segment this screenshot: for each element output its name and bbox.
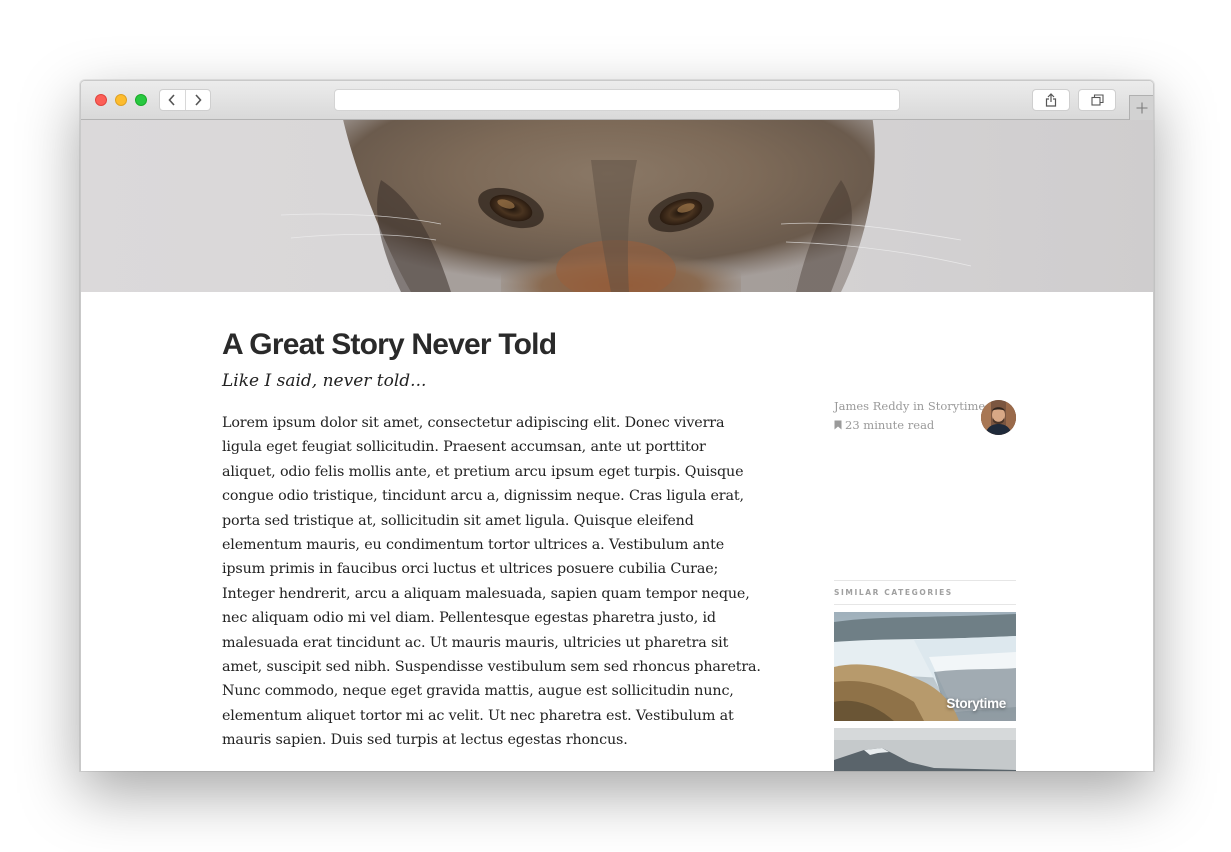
read-time: 23 minute read — [834, 418, 934, 432]
hero-image — [81, 120, 1153, 292]
author-photo — [981, 400, 1016, 435]
show-tabs-button[interactable] — [1078, 89, 1116, 111]
article-body: Lorem ipsum dolor sit amet, consectetur … — [222, 415, 761, 749]
category-card-mountain[interactable] — [834, 728, 1016, 771]
navigation-buttons — [159, 89, 211, 111]
article-subtitle: Like I said, never told... — [222, 371, 427, 391]
category-card-label: Storytime — [946, 696, 1006, 711]
forward-button[interactable] — [184, 90, 211, 110]
zoom-window-button[interactable] — [135, 94, 147, 106]
close-window-button[interactable] — [95, 94, 107, 106]
author-link[interactable]: James Reddy in Storytime — [834, 399, 985, 413]
chevron-left-icon — [168, 94, 175, 106]
browser-toolbar — [81, 81, 1153, 120]
browser-window: A Great Story Never Told Like I said, ne… — [80, 80, 1154, 771]
mountain-image — [834, 728, 1016, 771]
category-card-storytime[interactable]: Storytime — [834, 612, 1016, 721]
tabs-icon — [1090, 94, 1104, 106]
bookmark-icon — [834, 420, 842, 430]
back-button[interactable] — [160, 90, 185, 110]
author-avatar[interactable] — [981, 400, 1016, 435]
plus-icon — [1136, 102, 1148, 114]
read-time-text: 23 minute read — [845, 418, 935, 432]
address-bar[interactable] — [334, 89, 900, 111]
coyote-image — [81, 120, 1153, 292]
new-tab-button[interactable] — [1129, 95, 1153, 120]
similar-categories-header: SIMILAR CATEGORIES — [834, 580, 1016, 605]
share-icon — [1045, 93, 1057, 107]
minimize-window-button[interactable] — [115, 94, 127, 106]
article-title: A Great Story Never Told — [222, 328, 557, 361]
share-button[interactable] — [1032, 89, 1070, 111]
chevron-right-icon — [195, 94, 202, 106]
